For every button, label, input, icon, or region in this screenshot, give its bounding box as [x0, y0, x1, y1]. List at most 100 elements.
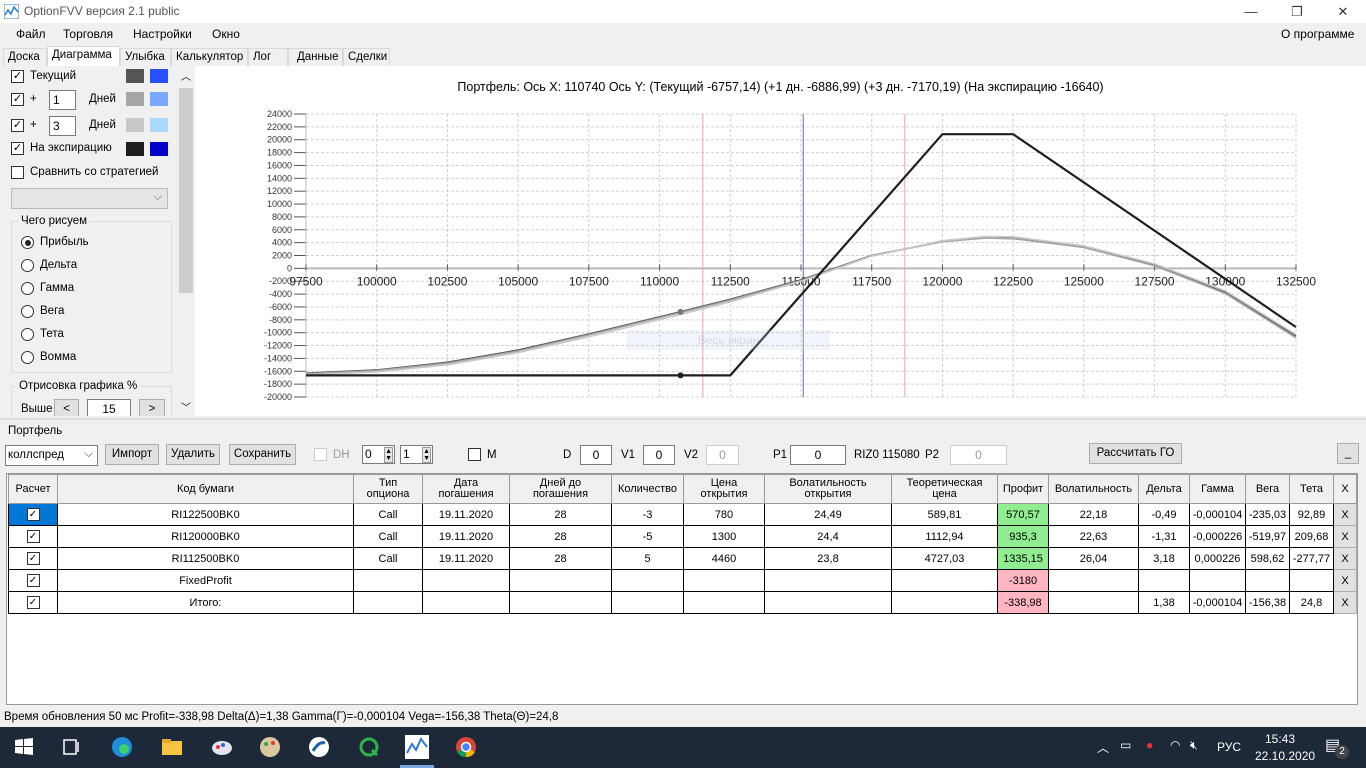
- spin1-input[interactable]: 0 ▲ ▼: [362, 445, 395, 464]
- p2-input[interactable]: 0: [950, 445, 1007, 465]
- battery-icon[interactable]: ▭: [1120, 738, 1131, 752]
- calc-checkbox-cell[interactable]: ✓: [8, 591, 58, 614]
- current-color-swatch[interactable]: [126, 69, 144, 83]
- payoff-chart[interactable]: 2400022000200001800016000140001200010000…: [195, 66, 1366, 416]
- edge-icon[interactable]: [110, 735, 134, 759]
- column-header[interactable]: Дней до погашения: [509, 474, 612, 504]
- calc-checkbox[interactable]: ✓: [26, 574, 40, 587]
- calc-checkbox[interactable]: ✓: [26, 530, 40, 543]
- day3-color-swatch[interactable]: [126, 118, 144, 132]
- remove-row-button[interactable]: X: [1333, 525, 1357, 548]
- table-row[interactable]: ✓ Итого: -338,98 1,38 -0,000104 -156,38 24,8 X: [8, 591, 1357, 614]
- strategy-compare-dropdown[interactable]: ⌵: [11, 188, 168, 209]
- day1-color-swatch[interactable]: [126, 92, 144, 106]
- paint-app-icon[interactable]: [210, 735, 234, 759]
- left-panel-scrollbar[interactable]: ︿ ﹀: [178, 66, 194, 416]
- compare-checkbox[interactable]: [11, 166, 24, 179]
- day3-color-swatch-alt[interactable]: [150, 118, 168, 132]
- calc-checkbox[interactable]: ✓: [26, 596, 40, 609]
- optionfvv-app-icon[interactable]: [405, 735, 429, 759]
- table-row[interactable]: ✓ FixedProfit -3180 X: [8, 569, 1357, 592]
- language-indicator[interactable]: РУС: [1217, 740, 1241, 754]
- radio-profit[interactable]: [21, 236, 34, 249]
- radio-theta[interactable]: [21, 328, 34, 341]
- tab-calculator[interactable]: Калькулятор: [171, 48, 248, 67]
- maximize-button[interactable]: ❐: [1274, 0, 1320, 23]
- column-header[interactable]: Теоретическая цена: [891, 474, 998, 504]
- spin2-input[interactable]: 1 ▲ ▼: [400, 445, 433, 464]
- column-header[interactable]: Дельта: [1138, 474, 1190, 504]
- strategy-dropdown[interactable]: коллспред ⌵: [5, 445, 98, 466]
- column-header[interactable]: X: [1333, 474, 1357, 504]
- expiry-color-swatch-alt[interactable]: [150, 142, 168, 156]
- radio-gamma[interactable]: [21, 282, 34, 295]
- calc-checkbox[interactable]: ✓: [26, 508, 40, 521]
- trading-app-icon[interactable]: [307, 735, 331, 759]
- m-checkbox[interactable]: [468, 448, 481, 461]
- day1-checkbox[interactable]: ✓: [11, 93, 24, 106]
- column-header[interactable]: Тип опциона: [353, 474, 423, 504]
- calc-checkbox-cell[interactable]: ✓: [8, 569, 58, 592]
- menu-about[interactable]: О программе: [1281, 27, 1354, 41]
- chrome-icon[interactable]: [454, 735, 478, 759]
- expiry-color-swatch[interactable]: [126, 142, 144, 156]
- calculate-margin-button[interactable]: Рассчитать ГО: [1089, 443, 1182, 464]
- menu-trading[interactable]: Торговля: [63, 27, 113, 41]
- tab-data[interactable]: Данные: [288, 48, 343, 67]
- volume-muted-icon[interactable]: 🔇︎: [1190, 738, 1198, 753]
- column-header[interactable]: Расчет: [8, 474, 58, 504]
- d-input[interactable]: 0: [580, 445, 612, 465]
- v1-input[interactable]: 0: [643, 445, 675, 465]
- column-header[interactable]: Количество: [611, 474, 684, 504]
- radio-delta[interactable]: [21, 259, 34, 272]
- above-input[interactable]: 15: [87, 399, 131, 416]
- menu-window[interactable]: Окно: [212, 27, 240, 41]
- decrease-button[interactable]: <: [54, 399, 79, 416]
- column-header[interactable]: Тета: [1289, 474, 1334, 504]
- column-header[interactable]: Вега: [1245, 474, 1290, 504]
- remove-row-button[interactable]: X: [1333, 591, 1357, 614]
- wifi-icon[interactable]: ◠: [1170, 738, 1180, 752]
- menu-settings[interactable]: Настройки: [133, 27, 192, 41]
- task-view-icon[interactable]: [59, 735, 83, 759]
- current-color-swatch-alt[interactable]: [150, 69, 168, 83]
- remove-row-button[interactable]: X: [1333, 547, 1357, 570]
- column-header[interactable]: Профит: [997, 474, 1049, 504]
- tray-overflow-icon[interactable]: ︿: [1097, 739, 1109, 756]
- scroll-thumb[interactable]: [179, 88, 193, 293]
- day3-checkbox[interactable]: ✓: [11, 119, 24, 132]
- file-explorer-icon[interactable]: [160, 735, 184, 759]
- v2-input[interactable]: 0: [706, 445, 739, 465]
- menu-file[interactable]: Файл: [16, 27, 46, 41]
- calc-checkbox-cell[interactable]: ✓: [8, 525, 58, 548]
- tab-diagram[interactable]: Диаграмма: [47, 46, 120, 67]
- column-header[interactable]: Гамма: [1189, 474, 1246, 504]
- minimize-button[interactable]: —: [1228, 0, 1274, 23]
- column-header[interactable]: Волатильность: [1048, 474, 1139, 504]
- scroll-up-icon[interactable]: ︿: [181, 68, 191, 83]
- delete-button[interactable]: Удалить: [166, 444, 220, 465]
- clock-date[interactable]: 22.10.2020: [1255, 749, 1315, 763]
- close-button[interactable]: ✕: [1320, 0, 1366, 23]
- spinner-arrows-icon[interactable]: ▲ ▼: [384, 447, 393, 463]
- remove-row-button[interactable]: X: [1333, 503, 1357, 526]
- tab-smile[interactable]: Улыбка: [120, 48, 171, 67]
- day1-input[interactable]: 1: [49, 90, 76, 110]
- table-row[interactable]: ✓ RI120000BK0 Call 19.11.2020 28 -5 1300 24,4 11…: [8, 525, 1357, 548]
- scroll-down-icon[interactable]: ﹀: [181, 399, 191, 414]
- increase-button[interactable]: >: [139, 399, 165, 416]
- spinner-arrows-icon[interactable]: ▲ ▼: [422, 447, 431, 463]
- fullscreen-overlay-button[interactable]: Весь экран: [627, 330, 830, 350]
- payoff-chart-area[interactable]: Портфель: Ось X: 110740 Ось Y: (Текущий …: [195, 66, 1366, 416]
- dh-checkbox[interactable]: [314, 448, 327, 461]
- day1-color-swatch-alt[interactable]: [150, 92, 168, 106]
- remove-row-button[interactable]: X: [1333, 569, 1357, 592]
- import-button[interactable]: Импорт: [105, 444, 159, 465]
- table-row[interactable]: ✓ RI122500BK0 Call 19.11.2020 28 -3 780 24,49 58…: [8, 503, 1357, 526]
- collapse-button[interactable]: _: [1337, 443, 1359, 464]
- palette-app-icon[interactable]: [258, 735, 282, 759]
- tab-deals[interactable]: Сделки: [343, 48, 390, 67]
- tab-board[interactable]: Доска: [3, 48, 47, 67]
- column-header[interactable]: Дата погашения: [422, 474, 510, 504]
- expiry-checkbox[interactable]: ✓: [11, 142, 24, 155]
